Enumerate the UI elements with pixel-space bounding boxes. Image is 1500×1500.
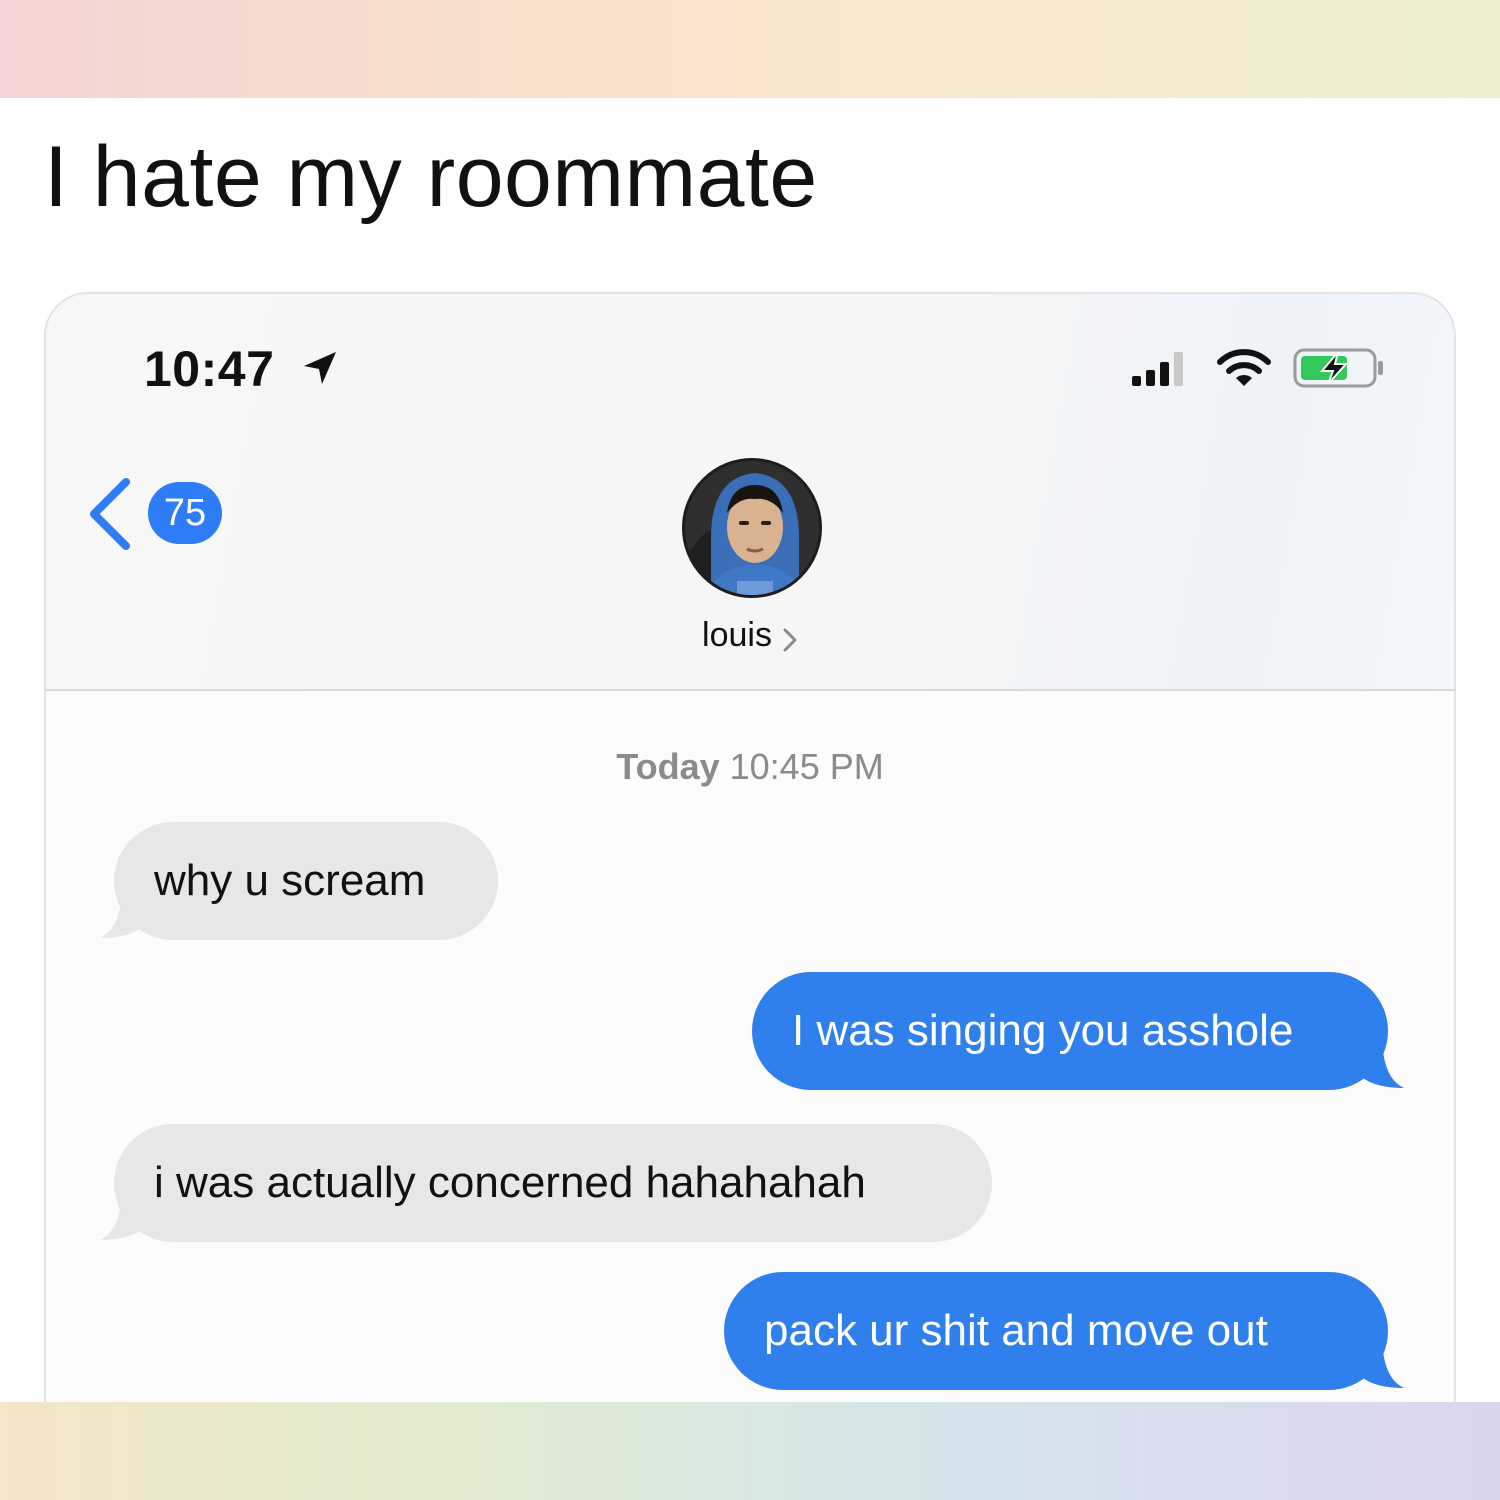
contact-avatar[interactable] — [682, 458, 822, 598]
timestamp-time: 10:45 PM — [729, 746, 884, 787]
back-chevron-icon[interactable] — [84, 476, 136, 552]
chevron-right-icon — [783, 628, 797, 652]
conversation-header: 10:47 75 louis — [46, 294, 1454, 691]
timestamp-day: Today — [616, 746, 720, 787]
top-color-band — [0, 0, 1500, 98]
avatar-photo — [685, 461, 819, 595]
wifi-icon — [1217, 349, 1271, 386]
incoming-message-bubble[interactable]: why u scream — [114, 822, 498, 940]
incoming-message-bubble[interactable]: i was actually concerned hahahahah — [114, 1124, 992, 1242]
outgoing-message-bubble[interactable]: pack ur shit and move out — [724, 1272, 1388, 1390]
bottom-color-band — [0, 1402, 1500, 1500]
post-caption: I hate my roommate — [44, 129, 818, 225]
unread-count-badge[interactable]: 75 — [148, 482, 222, 544]
status-bar-time: 10:47 — [144, 341, 275, 397]
location-arrow-icon — [304, 352, 336, 384]
contact-name-row[interactable]: louis — [46, 616, 1454, 655]
cellular-signal-icon — [1132, 352, 1183, 386]
outgoing-message-bubble[interactable]: I was singing you asshole — [752, 972, 1388, 1090]
battery-charging-icon — [1293, 348, 1383, 388]
contact-name: louis — [702, 616, 772, 654]
message-timestamp: Today 10:45 PM — [46, 746, 1454, 788]
phone-screenshot: 10:47 75 louis Today 10:45 PM why u scre… — [44, 292, 1456, 1402]
